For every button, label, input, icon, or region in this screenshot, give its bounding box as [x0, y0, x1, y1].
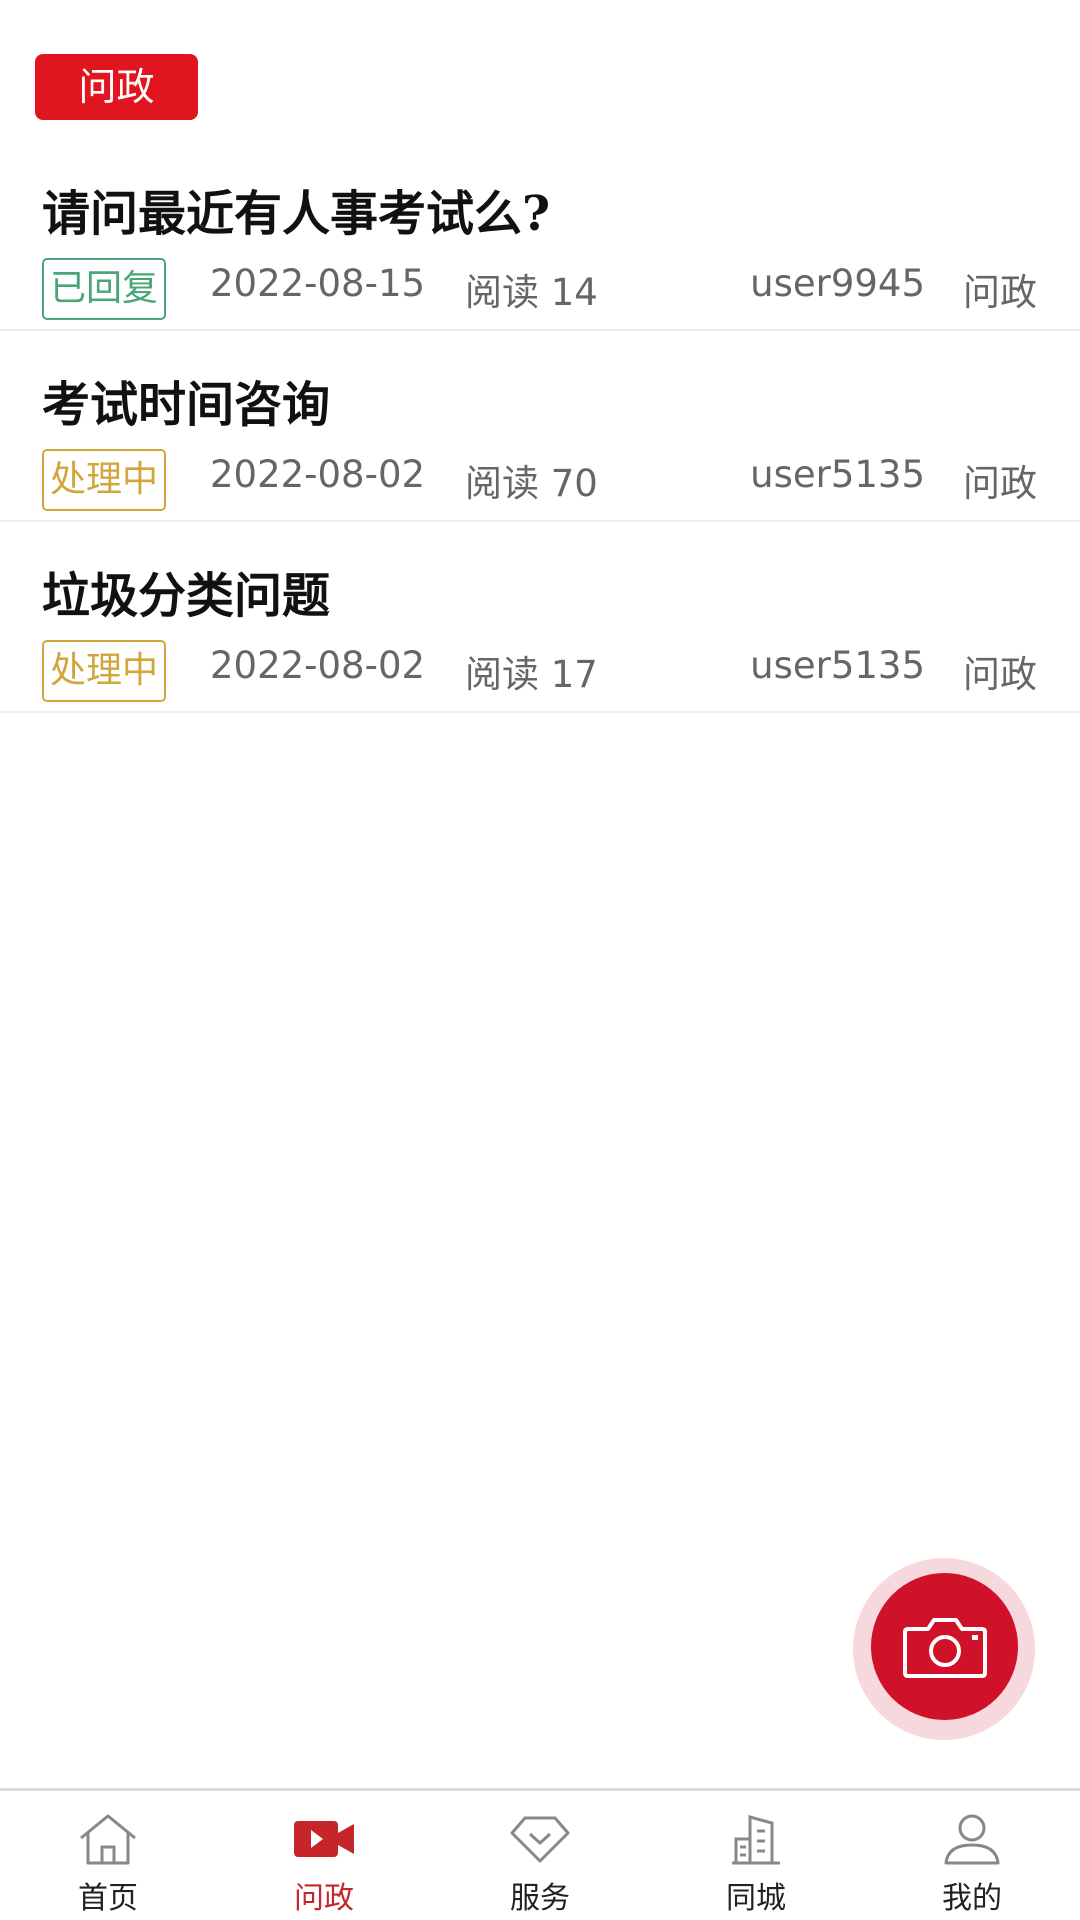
post-author: user5135: [750, 453, 925, 496]
post-title[interactable]: 考试时间咨询: [42, 365, 330, 435]
tab-mine[interactable]: 我的: [864, 1791, 1080, 1920]
status-badge: 处理中: [42, 449, 167, 511]
post-list: 请问最近有人事考试么? 已回复 2022-08-15 阅读 14 user994…: [0, 140, 1080, 713]
post-author: user5135: [750, 644, 925, 687]
post-author: user9945: [750, 262, 925, 305]
post-category: 问政: [963, 271, 1037, 314]
post-date: 2022-08-02: [210, 453, 426, 496]
post-category: 问政: [963, 462, 1037, 505]
page: 问政 请问最近有人事考试么? 已回复 2022-08-15 阅读 14 user…: [0, 0, 1080, 1920]
user-icon: [944, 1814, 1000, 1865]
city-icon: [732, 1815, 780, 1865]
post-meta: 已回复 2022-08-15 阅读 14 user9945 问政: [0, 258, 1080, 322]
post-meta: 处理中 2022-08-02 阅读 17 user5135 问政: [0, 640, 1080, 704]
camera-fab-button[interactable]: [871, 1573, 1018, 1720]
tab-wenzheng[interactable]: 问政: [216, 1791, 432, 1920]
bottom-tab-bar: 首页 问政 服务 同城 我的: [0, 1788, 1080, 1920]
home-icon: [80, 1814, 136, 1865]
status-badge: 处理中: [42, 640, 167, 702]
category-tag[interactable]: 问政: [35, 54, 198, 120]
post-date: 2022-08-15: [210, 262, 426, 305]
tab-label: 服务: [510, 1881, 570, 1916]
post-date: 2022-08-02: [210, 644, 426, 687]
list-item[interactable]: 垃圾分类问题 处理中 2022-08-02 阅读 17 user5135 问政: [0, 522, 1080, 713]
list-item[interactable]: 请问最近有人事考试么? 已回复 2022-08-15 阅读 14 user994…: [0, 140, 1080, 331]
read-count: 阅读 17: [465, 653, 598, 696]
status-badge: 已回复: [42, 258, 167, 320]
tab-label: 首页: [78, 1881, 138, 1916]
list-item[interactable]: 考试时间咨询 处理中 2022-08-02 阅读 70 user5135 问政: [0, 331, 1080, 522]
tab-city[interactable]: 同城: [648, 1791, 864, 1920]
service-icon: [510, 1816, 570, 1863]
post-title[interactable]: 请问最近有人事考试么?: [42, 174, 550, 244]
tab-label: 我的: [942, 1881, 1002, 1916]
post-title[interactable]: 垃圾分类问题: [42, 556, 330, 626]
read-count: 阅读 14: [465, 271, 598, 314]
post-meta: 处理中 2022-08-02 阅读 70 user5135 问政: [0, 449, 1080, 513]
post-category: 问政: [963, 653, 1037, 696]
tab-label: 同城: [726, 1881, 786, 1916]
video-icon: [294, 1821, 354, 1857]
read-count: 阅读 70: [465, 462, 598, 505]
camera-icon: [902, 1617, 987, 1678]
tab-label: 问政: [294, 1881, 354, 1916]
tab-service[interactable]: 服务: [432, 1791, 648, 1920]
tab-home[interactable]: 首页: [0, 1791, 216, 1920]
